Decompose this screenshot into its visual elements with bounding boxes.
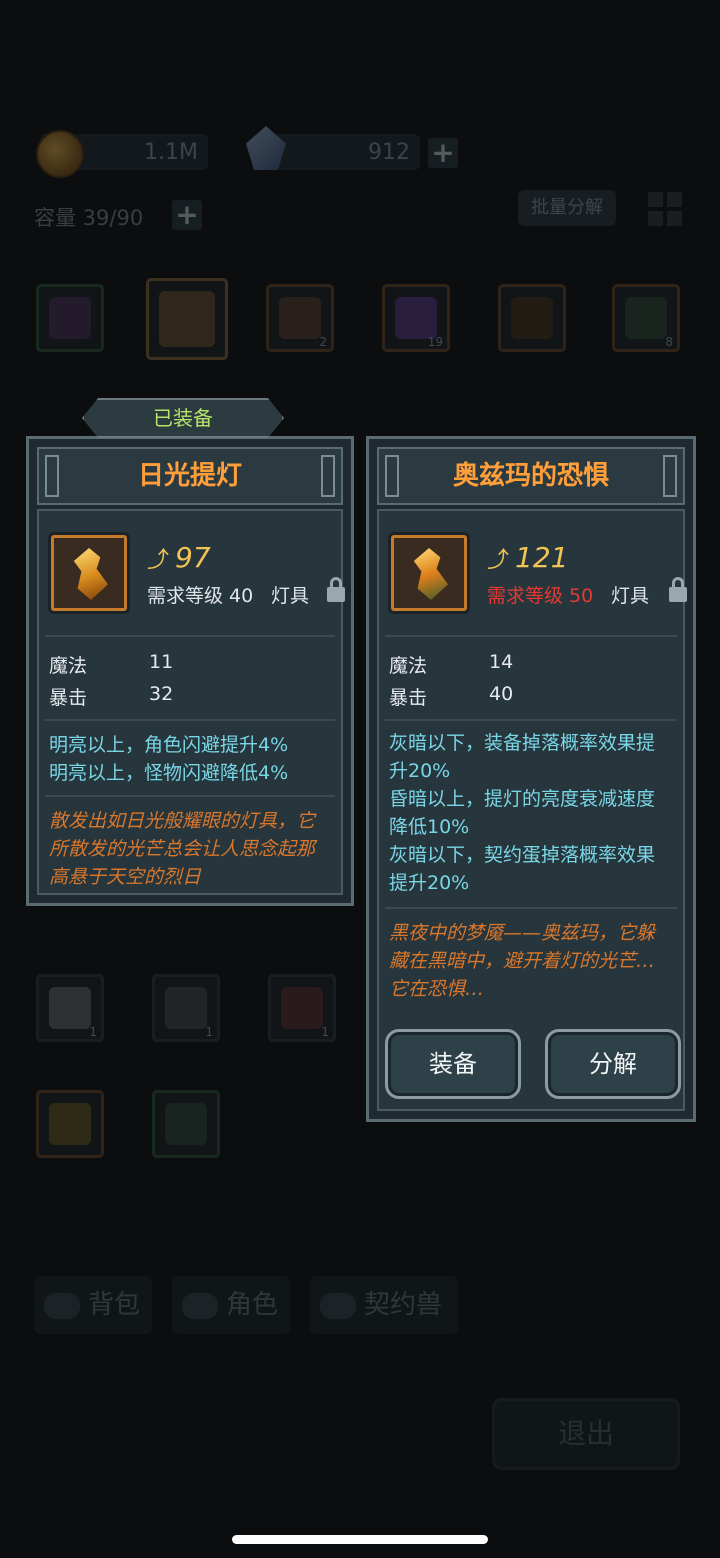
power-arrow-icon: ⤴ bbox=[147, 548, 170, 573]
compare-item-body: ⤴ 121 需求等级 50 灯具 魔法 14 暴击 40 灰暗以下，装备掉落概率效果提… bbox=[377, 509, 687, 1111]
lantern-icon bbox=[73, 548, 108, 600]
inventory-slot[interactable]: 1 bbox=[36, 974, 104, 1042]
gold-counter: 1.1M bbox=[36, 130, 208, 178]
inventory-slot[interactable]: 1 bbox=[268, 974, 336, 1042]
level-requirement: 需求等级 50 bbox=[487, 585, 594, 607]
lock-icon[interactable] bbox=[669, 577, 687, 603]
inventory-slot[interactable]: 8 bbox=[612, 284, 680, 352]
item-icon-ozma-fear bbox=[391, 535, 467, 611]
divider bbox=[45, 635, 335, 637]
equipped-item-body: ⤴ 97 需求等级 40 灯具 魔法 11 暴击 32 明亮以上，角色闪避提升4% 明… bbox=[37, 509, 345, 895]
home-indicator[interactable] bbox=[232, 1535, 488, 1544]
expand-capacity-button[interactable]: + bbox=[172, 200, 202, 230]
lock-icon[interactable] bbox=[327, 577, 345, 603]
equipped-item-card: 日光提灯 ⤴ 97 需求等级 40 灯具 魔法 11 暴击 32 明亮以上，角色闪避提… bbox=[26, 436, 354, 906]
inventory-slot[interactable] bbox=[36, 1090, 104, 1158]
stat-magic: 魔法 11 bbox=[49, 651, 174, 677]
exit-button[interactable]: 退出 bbox=[492, 1398, 680, 1470]
crystal-icon bbox=[246, 126, 286, 170]
power-rating: ⤴ 97 bbox=[147, 541, 211, 574]
equip-button[interactable]: 装备 bbox=[385, 1029, 521, 1099]
character-icon bbox=[182, 1292, 218, 1319]
gold-value: 1.1M bbox=[144, 140, 198, 165]
item-type: 灯具 bbox=[611, 585, 650, 607]
tab-character[interactable]: 角色 bbox=[172, 1276, 290, 1334]
add-crystal-button[interactable]: + bbox=[428, 138, 458, 168]
ornament-icon bbox=[321, 455, 335, 497]
paw-icon bbox=[320, 1292, 356, 1319]
crystal-counter: 912 bbox=[246, 126, 420, 170]
tab-pet[interactable]: 契约兽 bbox=[310, 1276, 458, 1334]
divider bbox=[45, 795, 335, 797]
crystal-value: 912 bbox=[368, 140, 410, 165]
gold-coin-icon bbox=[36, 130, 84, 178]
stat-crit: 暴击 40 bbox=[389, 683, 514, 709]
level-requirement: 需求等级 40 bbox=[147, 585, 254, 607]
divider bbox=[385, 719, 677, 721]
effect-list: 灰暗以下，装备掉落概率效果提升20% 昏暗以上，提灯的亮度衰减速度降低10% 灰… bbox=[389, 732, 656, 894]
ornament-icon bbox=[663, 455, 677, 497]
inventory-slot[interactable]: 1 bbox=[152, 974, 220, 1042]
inventory-slot[interactable] bbox=[498, 284, 566, 352]
decompose-button[interactable]: 分解 bbox=[545, 1029, 681, 1099]
stat-crit: 暴击 32 bbox=[49, 683, 174, 709]
item-icon-sunlight-lantern bbox=[51, 535, 127, 611]
ornament-icon bbox=[45, 455, 59, 497]
equipped-badge: 已装备 bbox=[82, 398, 284, 438]
grid-view-icon[interactable] bbox=[648, 192, 684, 228]
power-arrow-icon: ⤴ bbox=[487, 548, 510, 573]
stat-magic: 魔法 14 bbox=[389, 651, 514, 677]
divider bbox=[45, 719, 335, 721]
item-type: 灯具 bbox=[271, 585, 310, 607]
effect-line: 明亮以上，怪物闪避降低4% bbox=[49, 762, 289, 784]
compare-item-card: 奥兹玛的恐惧 ⤴ 121 需求等级 50 灯具 魔法 14 暴击 40 灰暗以下，装备… bbox=[366, 436, 696, 1122]
bag-icon bbox=[44, 1292, 80, 1319]
lantern-icon bbox=[413, 548, 448, 600]
ornament-icon bbox=[385, 455, 399, 497]
equipped-item-title: 日光提灯 bbox=[37, 447, 343, 505]
inventory-slot[interactable] bbox=[152, 1090, 220, 1158]
compare-item-title: 奥兹玛的恐惧 bbox=[377, 447, 685, 505]
effect-line: 明亮以上，角色闪避提升4% bbox=[49, 734, 289, 756]
power-rating: ⤴ 121 bbox=[487, 541, 569, 574]
item-lore: 散发出如日光般耀眼的灯具，它所散发的光芒总会让人思念起那高悬于天空的烈日 bbox=[49, 810, 316, 888]
divider bbox=[385, 907, 677, 909]
inventory-slot[interactable]: 2 bbox=[266, 284, 334, 352]
item-lore: 黑夜中的梦魇——奥兹玛，它躲藏在黑暗中，避开着灯的光芒…它在恐惧… bbox=[389, 922, 656, 1000]
divider bbox=[385, 635, 677, 637]
inventory-slot[interactable]: 19 bbox=[382, 284, 450, 352]
inventory-slot-selected[interactable] bbox=[146, 278, 228, 360]
tab-bag[interactable]: 背包 bbox=[34, 1276, 152, 1334]
inventory-slot[interactable] bbox=[36, 284, 104, 352]
capacity-label: 容量 39/90 bbox=[34, 206, 144, 230]
batch-decompose-button[interactable]: 批量分解 bbox=[518, 190, 616, 226]
